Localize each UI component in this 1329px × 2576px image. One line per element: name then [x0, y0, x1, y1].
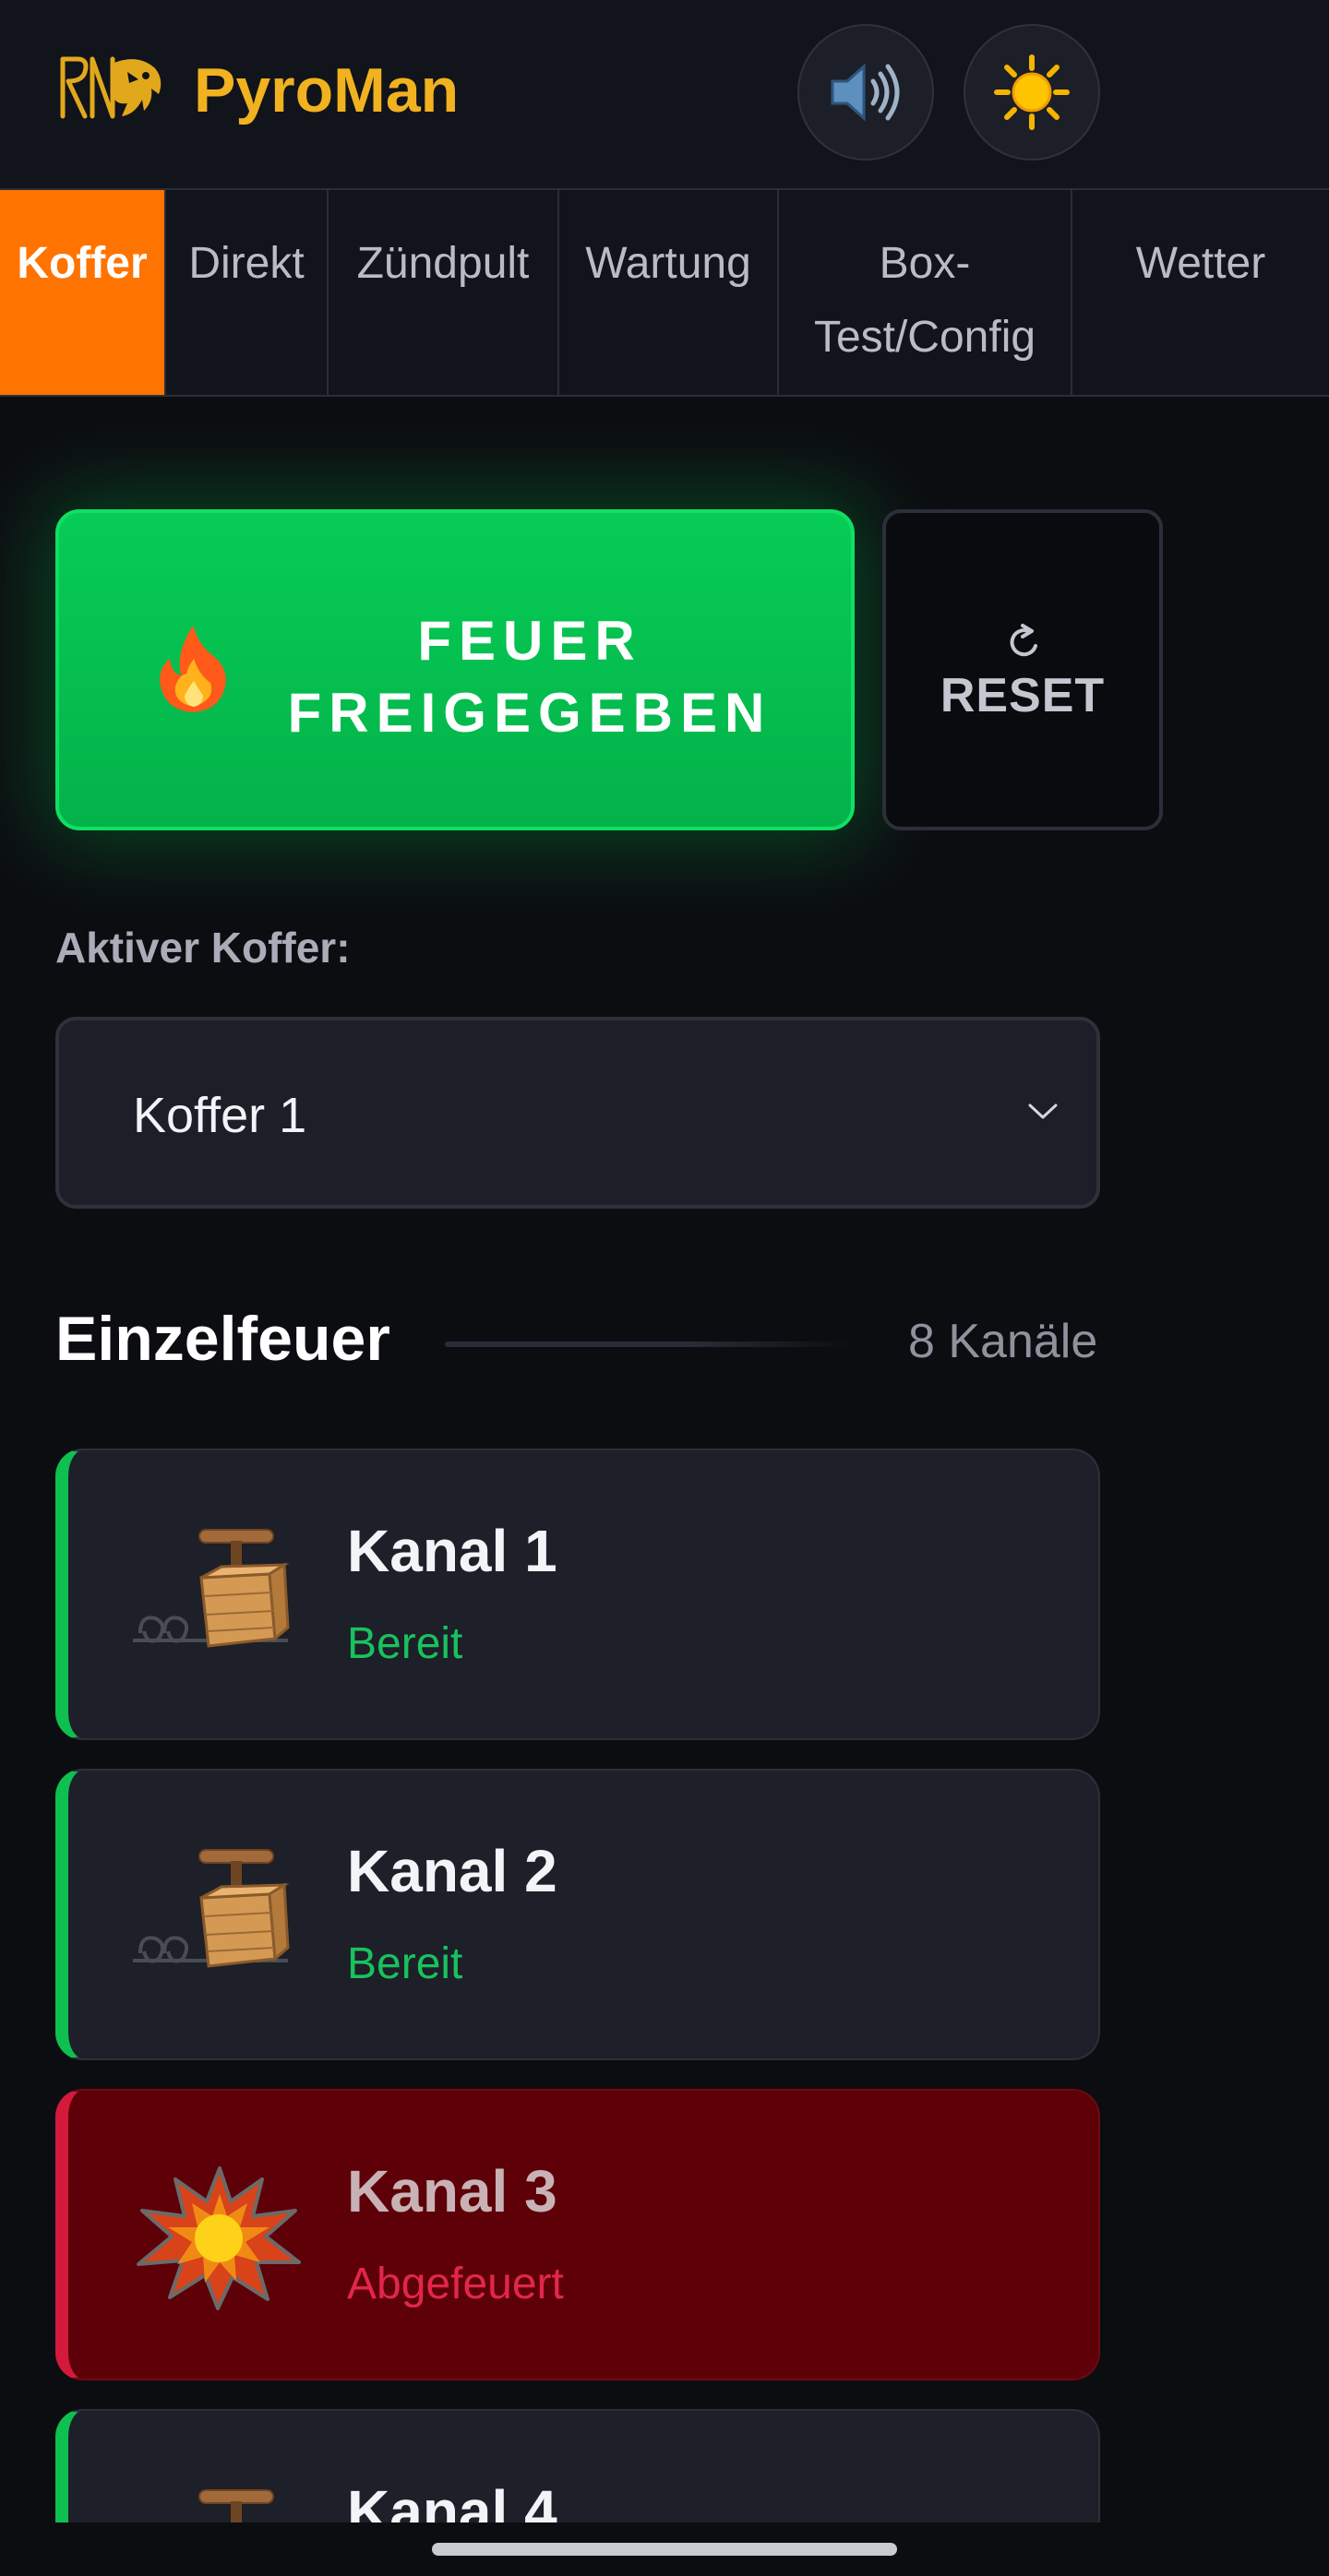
- channel-card[interactable]: Kanal 1 Bereit: [55, 1449, 1100, 1740]
- channel-name: Kanal 3: [347, 2158, 557, 2224]
- reset-label: RESET: [940, 669, 1106, 722]
- sound-toggle-button[interactable]: [797, 24, 934, 161]
- channel-card[interactable]: Kanal 2 Bereit: [55, 1769, 1100, 2060]
- channel-name: Kanal 2: [347, 1838, 557, 1904]
- fire-label-line1: FEUER: [417, 610, 642, 672]
- speaker-icon: [831, 63, 900, 122]
- section-title: Einzelfeuer: [55, 1304, 390, 1374]
- active-koffer-label: Aktiver Koffer:: [55, 924, 351, 972]
- app-title: PyroMan: [194, 55, 460, 125]
- channel-status: Abgefeuert: [347, 2260, 564, 2308]
- channel-status: Bereit: [347, 1939, 463, 1988]
- tab-koffer[interactable]: Koffer: [0, 190, 166, 395]
- channel-count: 8 Kanäle: [908, 1315, 1098, 1368]
- theme-toggle-button[interactable]: [964, 24, 1100, 161]
- tab-wartung[interactable]: Wartung: [559, 190, 779, 395]
- tab-direkt[interactable]: Direkt: [166, 190, 329, 395]
- pyroman-lion-logo-icon: [60, 56, 162, 119]
- channel-name: Kanal 1: [347, 1518, 557, 1584]
- channel-card[interactable]: Kanal 3 Abgefeuert: [55, 2089, 1100, 2380]
- tab-box-test-config-line2: Test/Config: [813, 313, 1036, 362]
- sun-icon: [994, 54, 1070, 130]
- koffer-select-value: Koffer 1: [133, 1088, 307, 1143]
- app-header: PyroMan: [0, 0, 1329, 190]
- detonator-plunger-icon: [133, 1849, 290, 1968]
- koffer-select[interactable]: Koffer 1: [55, 1017, 1100, 1209]
- fire-icon: [160, 626, 226, 712]
- tab-box-test-config[interactable]: Box- Test/Config: [779, 190, 1072, 395]
- fire-label-line2: FREIGEGEBEN: [287, 682, 772, 744]
- tab-wetter[interactable]: Wetter: [1072, 190, 1329, 395]
- section-divider: [445, 1342, 851, 1347]
- chevron-down-icon: [1028, 1103, 1058, 1119]
- explosion-icon: [137, 2166, 301, 2310]
- detonator-plunger-icon: [133, 1529, 290, 1648]
- fire-button-label: FEUER FREIGEGEBEN: [281, 605, 779, 749]
- home-indicator[interactable]: [432, 2543, 897, 2556]
- main-tabs: Koffer Direkt Zündpult Wartung Box- Test…: [0, 190, 1329, 397]
- refresh-icon: [1010, 624, 1037, 657]
- fire-enable-button[interactable]: FEUER FREIGEGEBEN: [55, 509, 855, 830]
- reset-button[interactable]: RESET: [882, 509, 1163, 830]
- tab-box-test-config-line1: Box-: [879, 239, 971, 288]
- tab-zuendpult[interactable]: Zündpult: [329, 190, 559, 395]
- channel-status: Bereit: [347, 1619, 463, 1668]
